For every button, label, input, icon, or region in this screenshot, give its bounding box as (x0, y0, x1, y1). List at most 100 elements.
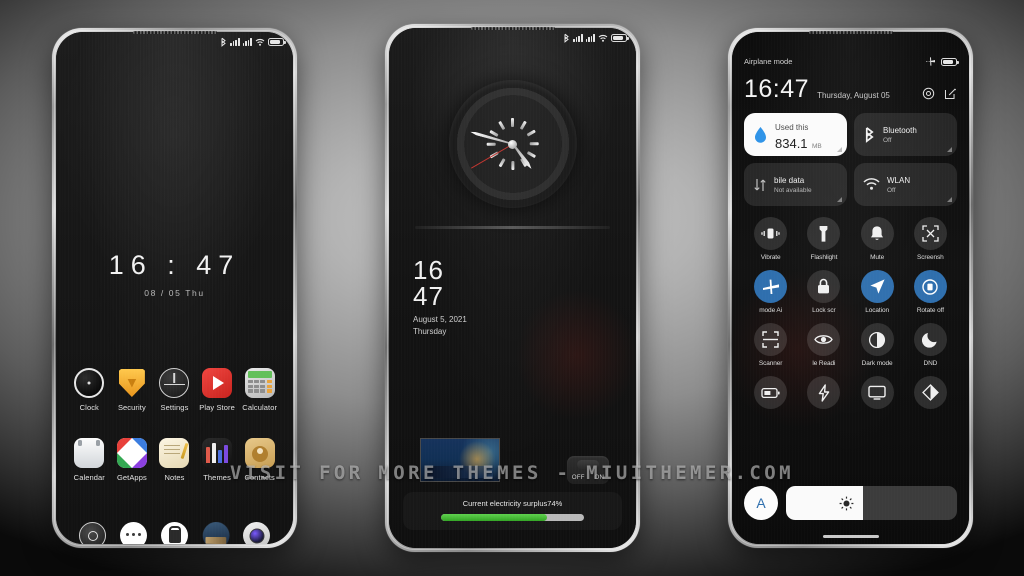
lock-weekday: Thursday (413, 326, 447, 336)
sun-icon (839, 496, 854, 510)
dialer-icon[interactable] (79, 522, 106, 544)
qs-screenshot[interactable]: Screensh (904, 217, 957, 261)
toggle-on-label: ON (594, 475, 605, 481)
qs-label: Dark mode (861, 360, 893, 367)
brightness-slider[interactable] (786, 486, 957, 520)
qs-lock-screen[interactable]: Lock scr (797, 270, 850, 314)
scene: 16 : 47 08 / 05 Thu Clock Security Setti… (0, 0, 1024, 576)
qs-dark-mode[interactable]: Dark mode (851, 323, 904, 367)
brightness-row: A (744, 486, 957, 520)
app-settings[interactable]: Settings (153, 368, 196, 412)
calendar-icon (74, 438, 105, 468)
qs-label: Flashlight (810, 254, 838, 261)
edit-icon[interactable] (944, 87, 957, 100)
auto-brightness-button[interactable]: A (744, 486, 778, 520)
expand-corner-icon[interactable] (837, 147, 842, 152)
boost-icon (807, 376, 841, 409)
phone-center: 16 47 August 5, 2021 Thursday OFF ON Cur… (385, 24, 640, 552)
qs-mute[interactable]: Mute (851, 217, 904, 261)
qs-rotate-off[interactable]: Rotate off (904, 270, 957, 314)
app-calendar[interactable]: Calendar (68, 438, 111, 482)
tile-bluetooth[interactable]: Bluetooth Off (854, 113, 957, 156)
data-drop-icon (755, 126, 766, 143)
expand-corner-icon[interactable] (947, 197, 952, 202)
app-contacts[interactable]: Contacts (238, 438, 281, 482)
qs-label: Screensh (917, 254, 944, 261)
tile-title: Used this (775, 122, 809, 132)
status-bar (56, 32, 293, 51)
qs-battery-saver[interactable] (744, 376, 797, 413)
app-label: Play Store (199, 403, 235, 412)
app-getapps[interactable]: GetApps (111, 438, 154, 482)
qs-label: Vibrate (760, 254, 781, 261)
messages-icon[interactable] (120, 522, 147, 544)
color-theme-icon (913, 376, 947, 409)
lock-security-icon[interactable] (161, 522, 188, 544)
tile-value: 834.1 (775, 135, 808, 151)
battery-icon (941, 57, 959, 66)
qs-location[interactable]: Location (851, 270, 904, 314)
brightness-slider-fill (786, 486, 863, 520)
status-bar (389, 28, 636, 47)
wifi-icon (863, 178, 880, 190)
battery-icon (611, 33, 629, 42)
home-clock-date: 08 / 05 Thu (144, 288, 205, 298)
tile-wlan[interactable]: WLAN Off (854, 163, 957, 206)
earpiece-grille (132, 31, 217, 34)
wifi-icon (598, 34, 608, 42)
cast-screen-icon (860, 376, 894, 409)
earpiece-grille (808, 31, 893, 34)
location-icon (860, 270, 894, 303)
qs-airplane-mode[interactable]: mode Ai (744, 270, 797, 314)
screenshot-icon (913, 217, 947, 250)
battery-icon (268, 37, 286, 46)
app-notes[interactable]: Notes (153, 438, 196, 482)
photo-widget[interactable] (420, 438, 500, 482)
tile-title: bile data (774, 175, 805, 185)
battery-progress-track (440, 514, 585, 521)
tile-data-usage[interactable]: Used this 834.1 MB (744, 113, 847, 156)
tile-grid: Used this 834.1 MB Bluetooth Off bile da… (744, 113, 957, 206)
expand-corner-icon[interactable] (947, 147, 952, 152)
bluetooth-icon (221, 37, 227, 47)
divider (415, 226, 610, 229)
app-clock[interactable]: Clock (68, 368, 111, 412)
dock (56, 521, 293, 544)
tile-sub: Off (883, 136, 892, 144)
control-center: Airplane mode 16:47 Thursday, August 05 (732, 32, 969, 544)
tile-sub: Off (887, 186, 896, 194)
app-play-store[interactable]: Play Store (196, 368, 239, 412)
bell-mute-icon (860, 217, 894, 250)
qs-reading-mode[interactable]: le Readi (797, 323, 850, 367)
phone-left-screen: 16 : 47 08 / 05 Thu Clock Security Setti… (56, 32, 293, 544)
app-label: Security (117, 403, 146, 412)
contrast-icon (860, 323, 894, 356)
qs-color-theme[interactable] (904, 376, 957, 413)
app-calculator[interactable]: Calculator (238, 368, 281, 412)
qs-scanner[interactable]: Scanner (744, 323, 797, 367)
lock-minute: 47 (413, 280, 444, 311)
lock-icon (807, 270, 841, 303)
calculator-icon (244, 368, 275, 398)
mobile-data-icon (754, 178, 766, 191)
app-themes[interactable]: Themes (196, 438, 239, 482)
clock-icon (74, 368, 105, 398)
signal-2-icon (242, 37, 252, 46)
home-clock-time: 16 : 47 (108, 250, 241, 280)
scanner-icon (754, 323, 788, 356)
qs-label: Location (865, 307, 890, 314)
qs-cast-screen[interactable] (851, 376, 904, 413)
app-security[interactable]: Security (111, 368, 154, 412)
gallery-icon[interactable] (202, 521, 230, 544)
qs-boost[interactable] (797, 376, 850, 413)
expand-corner-icon[interactable] (837, 197, 842, 202)
qs-flashlight[interactable]: Flashlight (797, 217, 850, 261)
tile-mobile-data[interactable]: bile data Not available (744, 163, 847, 206)
phone-center-screen: 16 47 August 5, 2021 Thursday OFF ON Cur… (389, 28, 636, 548)
phone-right-screen: Airplane mode 16:47 Thursday, August 05 (732, 32, 969, 544)
qs-dnd[interactable]: DND (904, 323, 957, 367)
camera-icon[interactable] (243, 522, 270, 544)
qs-vibrate[interactable]: Vibrate (744, 217, 797, 261)
off-on-toggle-widget[interactable]: OFF ON (567, 456, 609, 484)
settings-gear-icon[interactable] (922, 87, 935, 100)
